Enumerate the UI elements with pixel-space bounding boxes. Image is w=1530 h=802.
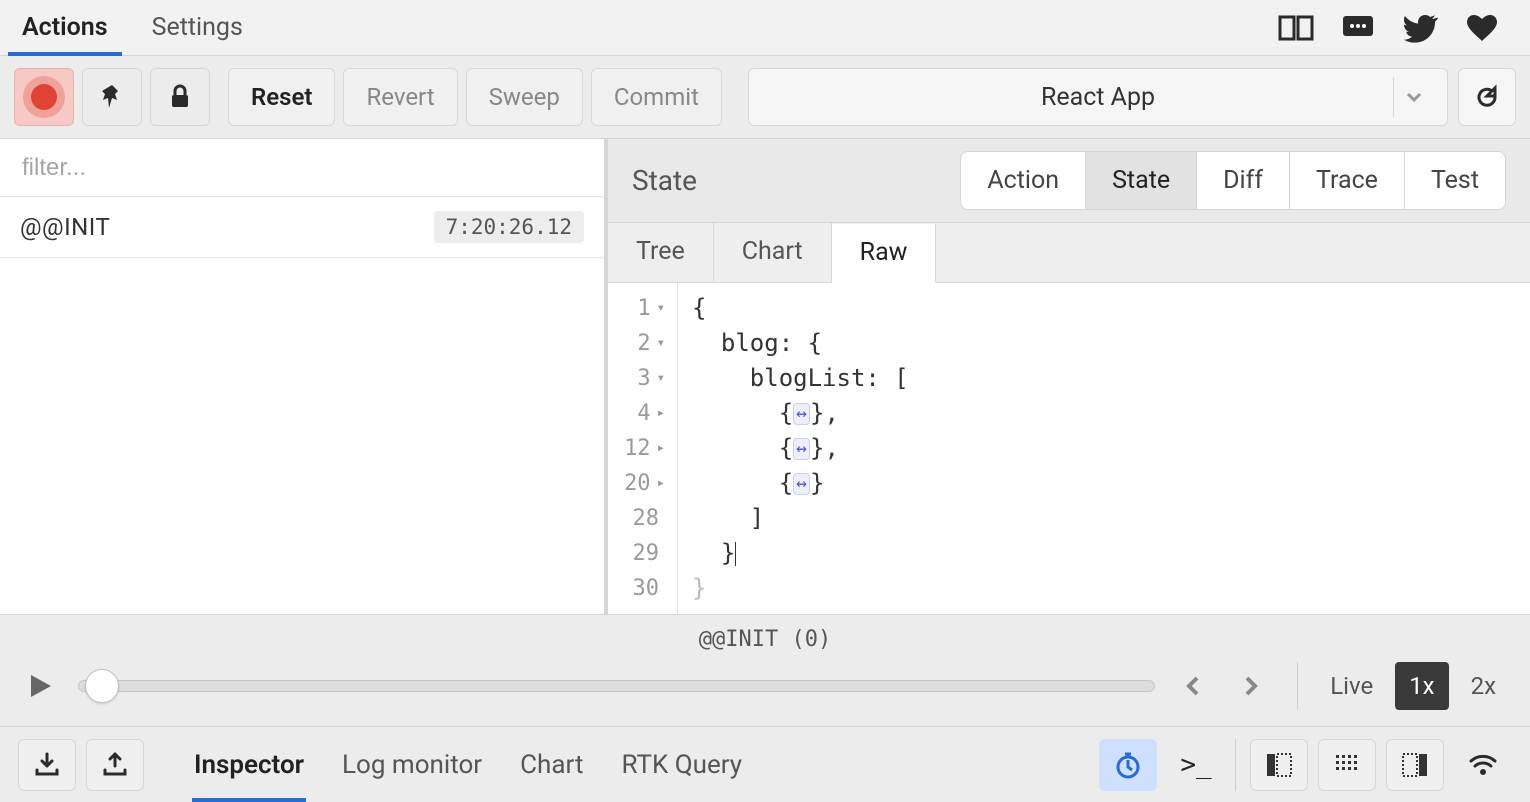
- top-nav-icons: [1278, 13, 1530, 43]
- chat-icon[interactable]: [1340, 13, 1376, 43]
- slider-knob[interactable]: [85, 669, 119, 703]
- speed-1x[interactable]: 1x: [1395, 662, 1448, 710]
- speed-2x[interactable]: 2x: [1457, 662, 1510, 710]
- stopwatch-button[interactable]: [1099, 739, 1157, 791]
- action-time: 7:20:26.12: [434, 211, 584, 243]
- prev-action-button[interactable]: [1173, 666, 1213, 706]
- refresh-button[interactable]: [1458, 68, 1516, 126]
- view-tab-diff[interactable]: Diff: [1196, 152, 1289, 209]
- tab-actions[interactable]: Actions: [0, 0, 130, 55]
- subtab-raw[interactable]: Raw: [832, 224, 937, 283]
- sweep-button[interactable]: Sweep: [466, 68, 583, 126]
- next-action-button[interactable]: [1231, 666, 1271, 706]
- filter-input[interactable]: [0, 139, 604, 197]
- action-list-pane: @@INIT 7:20:26.12: [0, 139, 608, 614]
- revert-button[interactable]: Revert: [343, 68, 457, 126]
- player-bar: @@INIT (0) Live 1x 2x: [0, 614, 1530, 726]
- action-name: @@INIT: [20, 213, 110, 241]
- state-title: State: [632, 164, 697, 197]
- heart-icon[interactable]: [1464, 13, 1500, 43]
- view-tab-action[interactable]: Action: [961, 152, 1085, 209]
- play-button[interactable]: [20, 666, 60, 706]
- view-tab-trace[interactable]: Trace: [1289, 152, 1404, 209]
- app-selector[interactable]: React App: [748, 68, 1448, 126]
- monitor-chart[interactable]: Chart: [518, 740, 585, 790]
- collapsed-icon[interactable]: ↔: [793, 403, 810, 425]
- toolbar: Reset Revert Sweep Commit React App: [0, 56, 1530, 139]
- remote-button[interactable]: [1454, 739, 1512, 791]
- subtab-chart[interactable]: Chart: [714, 223, 832, 282]
- state-header: State Action State Diff Trace Test: [608, 139, 1530, 223]
- bottom-bar: Inspector Log monitor Chart RTK Query >_: [0, 726, 1530, 802]
- app-name: React App: [1041, 83, 1155, 112]
- monitor-tabs: Inspector Log monitor Chart RTK Query: [192, 740, 744, 790]
- record-icon: [31, 84, 57, 110]
- monitor-inspector[interactable]: Inspector: [192, 740, 306, 790]
- view-tab-test[interactable]: Test: [1404, 152, 1505, 209]
- collapsed-icon[interactable]: ↔: [793, 438, 810, 460]
- state-pane: State Action State Diff Trace Test Tree …: [608, 139, 1530, 614]
- action-row[interactable]: @@INIT 7:20:26.12: [0, 197, 604, 258]
- commit-button[interactable]: Commit: [591, 68, 722, 126]
- monitor-log[interactable]: Log monitor: [340, 740, 484, 790]
- tab-settings[interactable]: Settings: [130, 0, 265, 55]
- code-body[interactable]: { blog: { blogList: [ {↔}, {↔}, {↔} ] }}: [678, 283, 1530, 614]
- code-area: 1▾ 2▾ 3▾ 4▸ 12▸ 20▸ 28 29 30 { blog: { b…: [608, 283, 1530, 614]
- top-nav-tabs: Actions Settings: [0, 0, 265, 55]
- layout-right-button[interactable]: [1386, 739, 1444, 791]
- layout-grid-button[interactable]: [1318, 739, 1376, 791]
- book-icon[interactable]: [1278, 13, 1314, 43]
- subview-tabs: Tree Chart Raw: [608, 223, 1530, 283]
- subtab-tree[interactable]: Tree: [608, 223, 714, 282]
- pin-button[interactable]: [82, 68, 142, 126]
- player-current: @@INIT (0): [20, 623, 1510, 662]
- player-slider[interactable]: [78, 680, 1155, 692]
- reset-button[interactable]: Reset: [228, 68, 335, 126]
- view-tab-state[interactable]: State: [1085, 152, 1196, 209]
- export-button[interactable]: [86, 739, 144, 791]
- twitter-icon[interactable]: [1402, 13, 1438, 43]
- layout-left-button[interactable]: [1250, 739, 1308, 791]
- monitor-rtk[interactable]: RTK Query: [619, 740, 744, 790]
- collapsed-icon[interactable]: ↔: [793, 473, 810, 495]
- import-button[interactable]: [18, 739, 76, 791]
- console-button[interactable]: >_: [1167, 739, 1225, 791]
- speed-selector: Live 1x 2x: [1297, 662, 1510, 710]
- view-tabs: Action State Diff Trace Test: [960, 151, 1506, 210]
- chevron-down-icon: [1393, 77, 1433, 117]
- lock-button[interactable]: [150, 68, 210, 126]
- top-nav: Actions Settings: [0, 0, 1530, 56]
- action-list: @@INIT 7:20:26.12: [0, 197, 604, 614]
- code-gutter: 1▾ 2▾ 3▾ 4▸ 12▸ 20▸ 28 29 30: [608, 283, 678, 614]
- speed-live[interactable]: Live: [1316, 662, 1387, 710]
- record-button[interactable]: [14, 68, 74, 126]
